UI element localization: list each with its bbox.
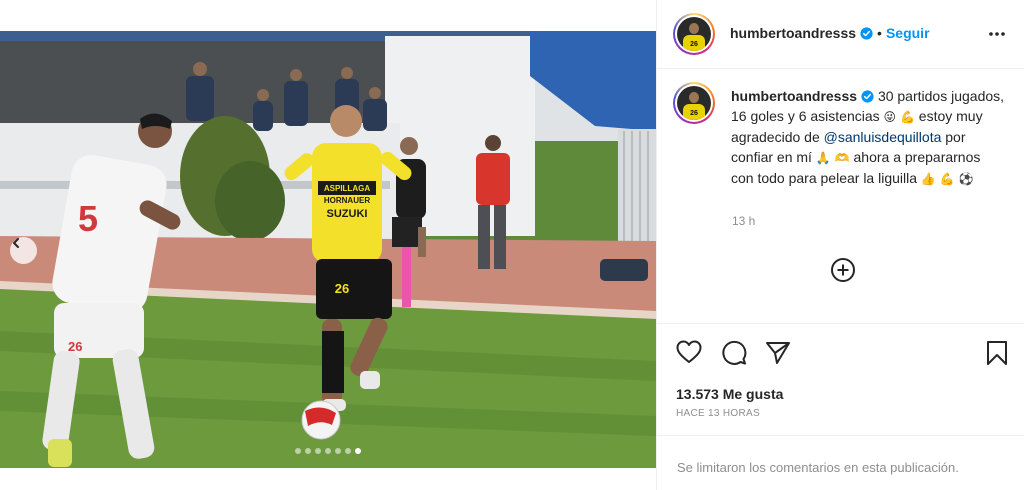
flexed-biceps-emoji-icon: 💪	[899, 110, 915, 124]
separator-dot: •	[877, 25, 882, 41]
folded-hands-emoji-icon: 🙏	[815, 151, 831, 165]
carousel-dot	[345, 448, 351, 454]
sponsor-3: SUZUKI	[327, 208, 368, 220]
post-photo[interactable]: ASPILLAGA HORNAUER SUZUKI 26 5 26	[0, 31, 656, 468]
action-bar: 13.573 Me gusta HACE 13 HORAS Se limitar…	[657, 323, 1024, 490]
author-username[interactable]: humbertoandresss	[730, 25, 856, 41]
sponsor-1: ASPILLAGA	[324, 184, 370, 193]
bottom-strip	[0, 468, 656, 490]
carousel-dot	[355, 448, 361, 454]
author-avatar[interactable]: 26	[673, 13, 715, 55]
svg-text:26: 26	[68, 339, 82, 354]
svg-text:5: 5	[78, 198, 98, 239]
thumbs-up-emoji-icon: 👍	[920, 172, 936, 186]
caption-timestamp[interactable]: 13 h	[732, 214, 755, 228]
post-age: HACE 13 HORAS	[676, 408, 760, 419]
share-icon[interactable]	[765, 340, 791, 366]
heart-hands-emoji-icon: 🫶	[834, 151, 850, 165]
carousel-dot	[295, 448, 301, 454]
sponsor-2: HORNAUER	[324, 196, 370, 205]
verified-badge-icon	[861, 90, 874, 103]
bookmark-icon[interactable]	[986, 340, 1008, 366]
post-caption: humbertoandresss 30 partidos jugados, 16…	[731, 86, 1006, 189]
verified-badge-icon	[860, 27, 873, 40]
likes-count[interactable]: 13.573 Me gusta	[676, 386, 783, 402]
carousel-dots	[0, 448, 656, 454]
plus-circle-icon[interactable]	[830, 257, 856, 283]
carousel-dot	[335, 448, 341, 454]
top-strip	[0, 0, 656, 31]
comments-disabled-notice: Se limitaron los comentarios en esta pub…	[657, 435, 1024, 490]
carousel-prev-button[interactable]	[10, 237, 37, 264]
carousel-dot	[325, 448, 331, 454]
post-sidebar: 26 humbertoandresss • Seguir 26 humbertoa…	[656, 0, 1024, 490]
comment-icon[interactable]	[721, 340, 747, 366]
carousel-dot	[305, 448, 311, 454]
flexed-biceps-emoji-icon: 💪	[939, 172, 955, 186]
jersey-number: 26	[335, 281, 349, 296]
soccer-ball-emoji-icon: ⚽	[958, 172, 974, 186]
heart-icon[interactable]	[676, 340, 702, 364]
caption-mention-link[interactable]: @sanluisdequillota	[824, 129, 942, 145]
chevron-left-icon	[13, 238, 19, 248]
follow-button[interactable]: Seguir	[886, 25, 930, 41]
more-options-icon[interactable]	[987, 24, 1007, 44]
caption-avatar[interactable]: 26	[673, 82, 715, 124]
carousel-dot	[315, 448, 321, 454]
crazy-face-emoji-icon: 😜	[883, 110, 897, 124]
post-header: 26 humbertoandresss • Seguir	[657, 0, 1024, 69]
post-photo-scene: ASPILLAGA HORNAUER SUZUKI 26 5 26	[0, 31, 656, 468]
caption-username[interactable]: humbertoandresss	[731, 88, 857, 104]
header-user-line: humbertoandresss • Seguir	[730, 25, 930, 43]
